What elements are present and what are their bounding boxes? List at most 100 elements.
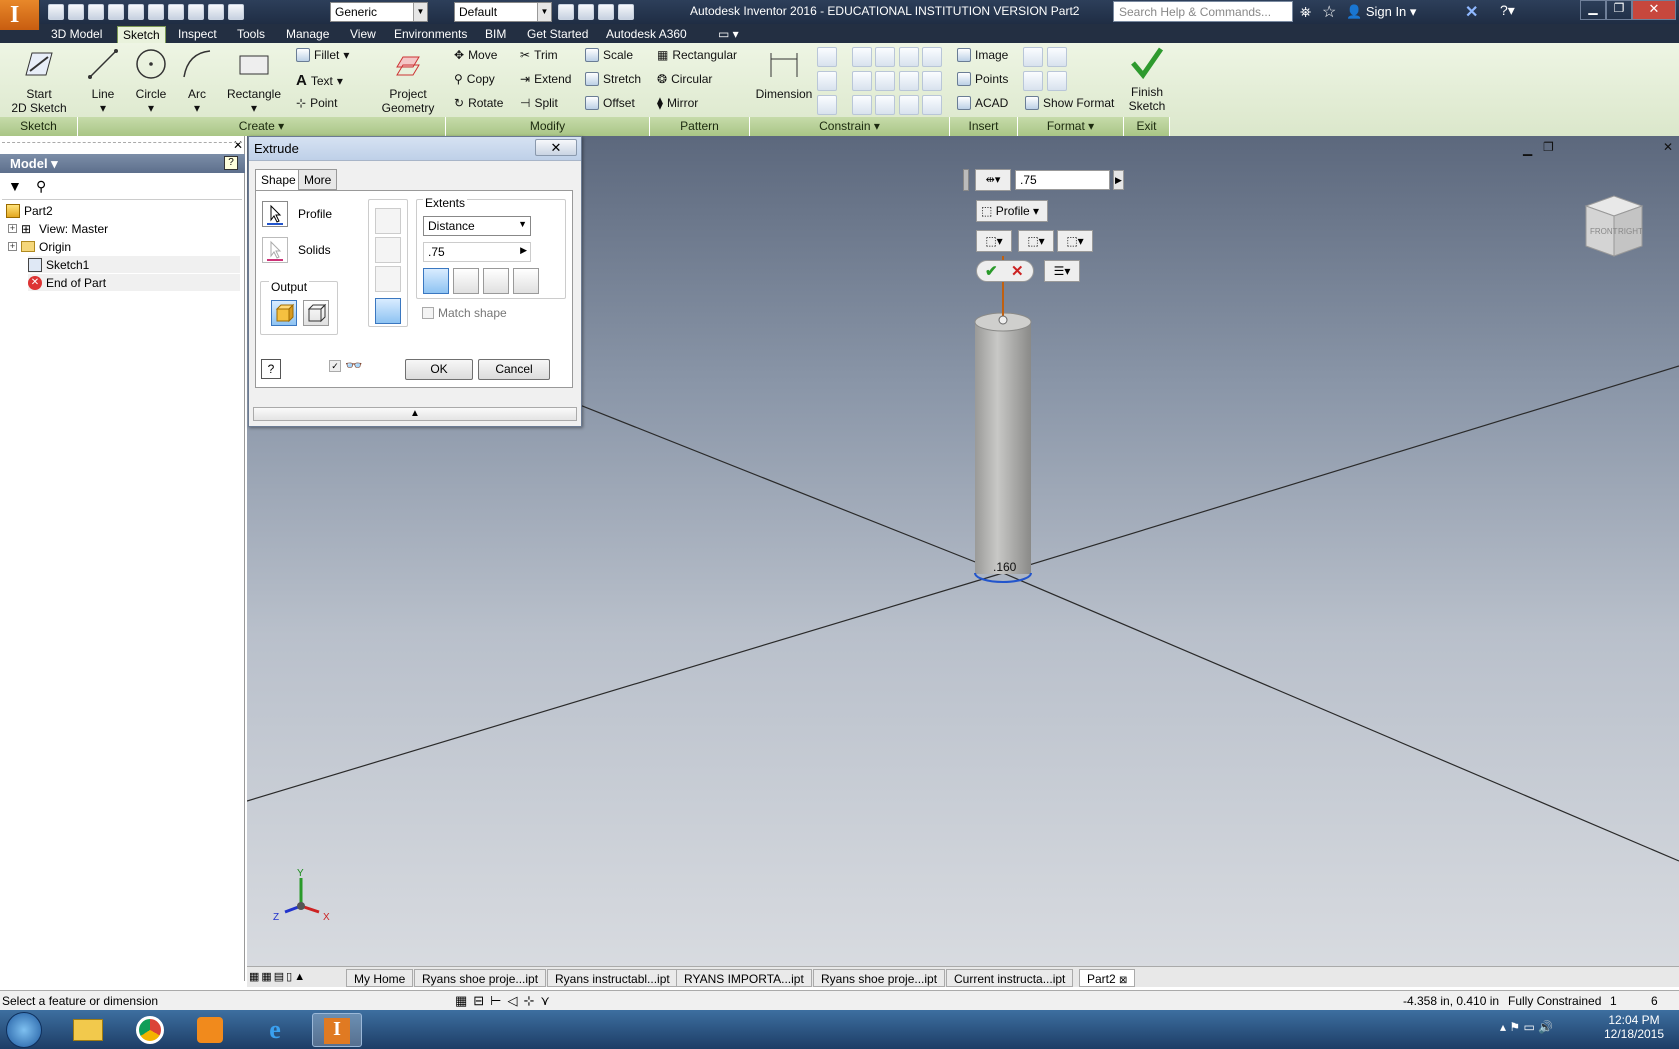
tab-more[interactable]: More — [298, 169, 338, 190]
extents-type-select[interactable]: Distance ▼ — [423, 216, 531, 236]
new-solid-button[interactable] — [375, 298, 401, 324]
fix-icon[interactable] — [922, 47, 942, 67]
tree-item-sketch1[interactable]: Sketch1 — [28, 256, 240, 273]
help-icon[interactable]: ?▾ — [1500, 2, 1515, 19]
undo-icon[interactable] — [108, 4, 124, 20]
circle-button[interactable]: Circle ▾ — [128, 47, 174, 115]
project-geometry-button[interactable]: Project Geometry — [376, 47, 440, 115]
dimension-button[interactable]: Dimension — [752, 47, 816, 101]
constraint-settings-icon[interactable] — [817, 95, 837, 115]
show-format-button[interactable]: Show Format — [1025, 96, 1114, 110]
tab-autodesk-a360[interactable]: Autodesk A360 — [601, 26, 692, 43]
dialog-help-button[interactable]: ? — [261, 359, 281, 379]
mini-output-dropdown[interactable]: ⬚▾ — [976, 230, 1012, 252]
tree-item-part2[interactable]: Part2 — [6, 202, 53, 219]
start-2d-sketch-button[interactable]: Start 2D Sketch — [6, 47, 72, 115]
output-surface-button[interactable] — [303, 300, 329, 326]
close-button[interactable]: ✕ — [1632, 0, 1676, 20]
tab-environments[interactable]: Environments — [389, 26, 472, 43]
panel-create-label[interactable]: Create ▾ — [78, 117, 446, 136]
tree-item-origin[interactable]: + Origin — [8, 238, 71, 255]
mirror-button[interactable]: ⧫ Mirror — [657, 96, 698, 110]
doc-tab-my-home[interactable]: My Home — [346, 969, 414, 987]
extend-button[interactable]: ⇥ Extend — [520, 72, 571, 86]
home-icon[interactable] — [148, 4, 164, 20]
dialog-expand-toggle[interactable]: ▲ — [253, 407, 577, 421]
collinear-icon[interactable] — [875, 47, 895, 67]
doc-tab[interactable]: Ryans shoe proje...ipt — [813, 969, 946, 987]
distance-type-dropdown[interactable]: ⇹▾ — [975, 169, 1011, 191]
horizontal-icon[interactable] — [899, 71, 919, 91]
tray-icons[interactable]: ▴ ⚑ ▭ 🔊 — [1500, 1020, 1553, 1034]
parameters-icon[interactable] — [598, 4, 614, 20]
tab-manage[interactable]: Manage — [281, 26, 334, 43]
restore-button[interactable]: ❐ — [1606, 0, 1632, 20]
minimize-button[interactable]: ▁ — [1580, 0, 1606, 20]
preview-checkbox[interactable]: ✓ — [329, 360, 341, 372]
panel-constrain-label[interactable]: Constrain ▾ — [750, 117, 950, 136]
output-solid-button[interactable] — [271, 300, 297, 326]
window-arrange-icons[interactable]: ▦▦▤▯▲ — [249, 970, 307, 983]
mini-distance-input[interactable]: .75 — [1015, 170, 1110, 190]
sign-in-link[interactable]: 👤 Sign In ▾ — [1346, 4, 1416, 20]
line-button[interactable]: Line ▾ — [82, 47, 124, 115]
coincident-icon[interactable] — [852, 47, 872, 67]
browser-header[interactable]: Model ▾ — [0, 154, 245, 173]
mini-options-dropdown[interactable]: ☰▾ — [1044, 260, 1080, 282]
insert-image-button[interactable]: Image — [957, 48, 1008, 62]
intersect-button[interactable] — [375, 266, 401, 292]
mini-cancel-x-icon[interactable]: ✕ — [1011, 262, 1024, 280]
cancel-button[interactable]: Cancel — [478, 359, 550, 380]
direction-1-button[interactable] — [423, 268, 449, 294]
mini-toolbar-grip[interactable] — [963, 169, 969, 191]
offset-button[interactable]: Offset — [585, 96, 635, 110]
chrome-taskbar-icon[interactable] — [125, 1013, 175, 1047]
doc-tab[interactable]: RYANS IMPORTA...ipt — [676, 969, 812, 987]
tree-item-end-of-part[interactable]: ✕ End of Part — [28, 274, 240, 291]
browser-grip[interactable] — [2, 142, 242, 143]
insert-points-button[interactable]: Points — [957, 72, 1008, 86]
internet-explorer-taskbar-icon[interactable]: e — [250, 1013, 300, 1047]
open-icon[interactable] — [68, 4, 84, 20]
dialog-close-button[interactable]: ✕ — [535, 139, 577, 156]
tab-view[interactable]: View — [345, 26, 381, 43]
perpendicular-icon[interactable] — [875, 71, 895, 91]
mini-operation-dropdown[interactable]: ⬚▾ — [1018, 230, 1054, 252]
mini-direction-dropdown[interactable]: ⬚▾ — [1057, 230, 1093, 252]
smooth-icon[interactable] — [875, 95, 895, 115]
trim-button[interactable]: ✂ Trim — [520, 48, 558, 62]
driven-dimension-icon[interactable] — [1047, 71, 1067, 91]
appearance-icon[interactable] — [558, 4, 574, 20]
move-button[interactable]: ✥ Move — [454, 48, 497, 62]
status-sketch-tools[interactable]: ▦⊟⊢◁⊹⋎ — [455, 993, 556, 1009]
vertical-icon[interactable] — [922, 71, 942, 91]
start-button[interactable] — [6, 1012, 42, 1048]
solids-select-button[interactable] — [262, 237, 288, 263]
tree-item-view-master[interactable]: + ⊞ View: Master — [8, 220, 108, 237]
copy-button[interactable]: ⚲ Copy — [454, 72, 495, 86]
application-menu-button[interactable]: I — [0, 0, 40, 30]
doc-tab[interactable]: Ryans instructabl...ipt — [547, 969, 678, 987]
equal-icon[interactable] — [922, 95, 942, 115]
star-icon[interactable]: ☆ — [1322, 2, 1336, 22]
redo-icon[interactable] — [128, 4, 144, 20]
match-shape-checkbox[interactable] — [422, 307, 434, 319]
browser-help-icon[interactable]: ? — [224, 156, 238, 170]
doc-tab-part2[interactable]: Part2 ⊠ — [1079, 969, 1136, 987]
save-icon[interactable] — [88, 4, 104, 20]
centerline-icon[interactable] — [1047, 47, 1067, 67]
viewport-minimize-button[interactable]: ▁ — [1523, 142, 1532, 156]
find-icon[interactable]: ⚲ — [36, 178, 46, 195]
fillet-button[interactable]: Fillet ▾ — [296, 48, 349, 62]
cut-button[interactable] — [375, 237, 401, 263]
concentric-icon[interactable] — [899, 47, 919, 67]
explorer-taskbar-icon[interactable] — [63, 1013, 113, 1047]
center-point-icon[interactable] — [1023, 71, 1043, 91]
viewport-close-button[interactable]: ✕ — [1663, 140, 1673, 154]
inventor-taskbar-icon[interactable]: I — [312, 1013, 362, 1047]
media-player-taskbar-icon[interactable] — [185, 1013, 235, 1047]
tangent-icon[interactable] — [852, 95, 872, 115]
tab-3d-model[interactable]: 3D Model — [46, 26, 107, 43]
viewport-restore-button[interactable]: ❐ — [1543, 140, 1554, 154]
direction-2-button[interactable] — [453, 268, 479, 294]
